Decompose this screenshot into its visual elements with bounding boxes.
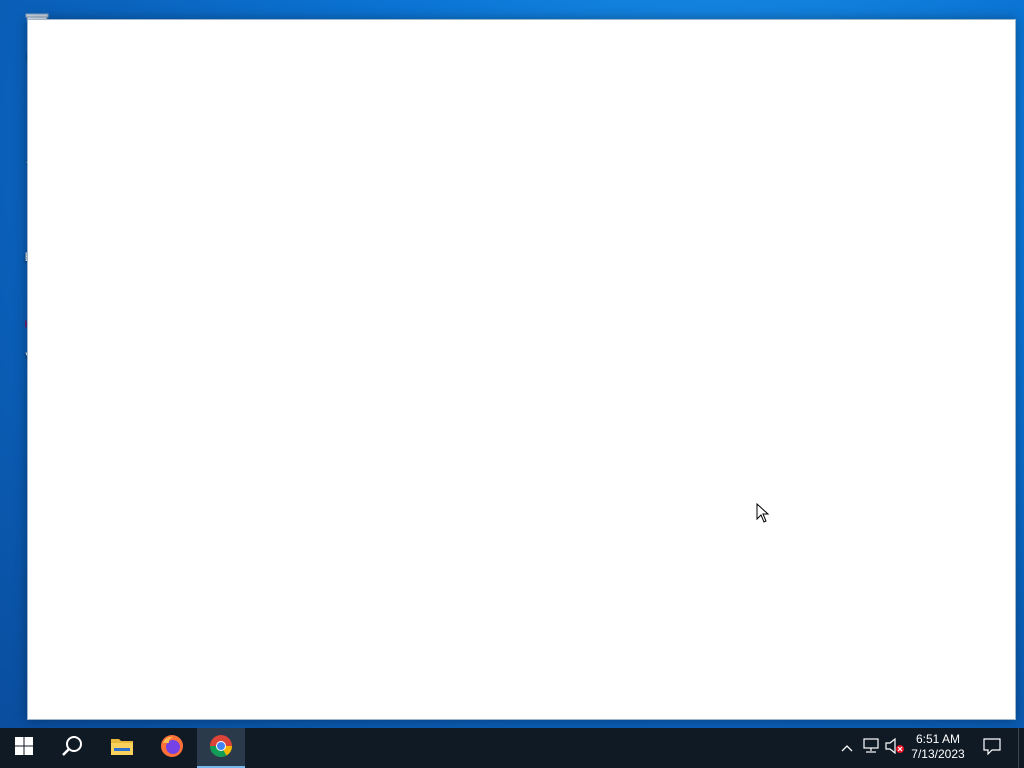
network-icon [862, 737, 880, 759]
tray-network-button[interactable] [860, 728, 882, 768]
search-icon [61, 735, 83, 762]
taskbar-app-firefox[interactable] [148, 728, 196, 768]
taskbar-clock[interactable]: 6:51 AM 7/13/2023 [906, 728, 970, 768]
mouse-cursor-icon [756, 502, 770, 523]
firefox-icon [160, 734, 184, 763]
taskbar: 6:51 AM 7/13/2023 [0, 728, 1024, 768]
volume-muted-icon [885, 737, 905, 759]
windows-start-icon [15, 736, 33, 760]
chevron-up-icon [841, 739, 853, 757]
notification-icon [983, 737, 1001, 760]
search-button[interactable] [48, 728, 96, 768]
tray-overflow-button[interactable] [838, 728, 856, 768]
show-desktop-button[interactable] [1018, 728, 1024, 768]
app-window[interactable] [27, 19, 1016, 720]
file-explorer-icon [110, 736, 134, 761]
clock-time: 6:51 AM [915, 732, 961, 746]
desktop: Rec Ado D Emb De [0, 0, 1024, 728]
notification-center-button[interactable] [980, 728, 1004, 768]
start-button[interactable] [0, 728, 48, 768]
taskbar-app-chrome[interactable] [197, 728, 245, 768]
clock-date: 7/13/2023 [911, 747, 965, 761]
tray-volume-button[interactable] [884, 728, 906, 768]
chrome-icon [209, 734, 233, 763]
taskbar-app-file-explorer[interactable] [98, 728, 146, 768]
